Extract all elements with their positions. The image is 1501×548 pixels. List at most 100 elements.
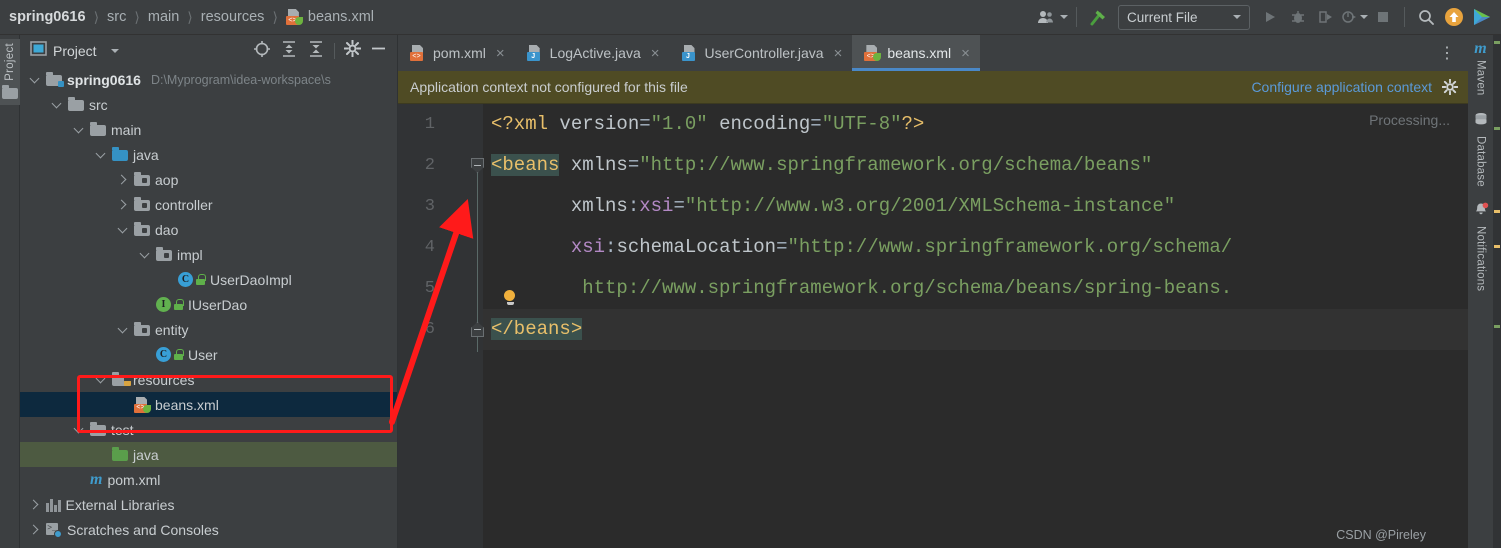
- close-tab-icon[interactable]: ×: [496, 46, 505, 61]
- module-folder-icon: [46, 72, 64, 87]
- run-with-coverage-icon[interactable]: [1313, 4, 1339, 30]
- java-class-icon: C: [156, 347, 184, 362]
- collapse-arrow-icon[interactable]: [116, 223, 129, 233]
- chevron-down-icon[interactable]: [110, 49, 119, 53]
- expand-arrow-icon[interactable]: [116, 174, 129, 185]
- tool-window-button-maven[interactable]: m Maven: [1474, 41, 1486, 96]
- code-token: </beans>: [491, 318, 583, 340]
- breadcrumb-item-file[interactable]: <> beans.xml: [285, 9, 375, 25]
- tree-node-java[interactable]: java: [20, 142, 397, 167]
- collapse-all-icon[interactable]: [307, 40, 325, 63]
- run-configuration-selector[interactable]: Current File: [1118, 4, 1250, 30]
- expand-arrow-icon[interactable]: [28, 524, 41, 535]
- collapse-arrow-icon[interactable]: [94, 148, 107, 158]
- left-tool-strip: Project: [0, 35, 20, 548]
- java-file-icon: J: [681, 45, 698, 61]
- tool-window-button-database[interactable]: Database: [1473, 112, 1489, 186]
- ide-play-icon[interactable]: [1469, 4, 1495, 30]
- tree-node-dao[interactable]: dao: [20, 217, 397, 242]
- tree-node-beans-xml[interactable]: <> beans.xml: [20, 392, 397, 417]
- collapse-arrow-icon[interactable]: [94, 373, 107, 383]
- right-tool-strip: m Maven Database Notifications: [1468, 35, 1493, 548]
- breadcrumb-separator: ⟩: [93, 8, 100, 25]
- toolbar-divider: [1076, 7, 1077, 27]
- build-hammer-icon[interactable]: [1085, 4, 1111, 30]
- breadcrumb-item-main[interactable]: main: [147, 9, 180, 25]
- tree-node-entity[interactable]: entity: [20, 317, 397, 342]
- tree-node-external-libraries[interactable]: External Libraries: [20, 492, 397, 517]
- tree-node-scratches-and-consoles[interactable]: >_ Scratches and Consoles: [20, 517, 397, 542]
- profiler-icon[interactable]: [1341, 4, 1368, 30]
- intention-bulb-icon[interactable]: [504, 290, 517, 307]
- stop-icon[interactable]: [1370, 4, 1396, 30]
- error-stripe-scrollbar[interactable]: [1493, 35, 1501, 548]
- tree-node-userdaoimpl[interactable]: C UserDaoImpl: [20, 267, 397, 292]
- tree-node-user[interactable]: C User: [20, 342, 397, 367]
- collapse-arrow-icon[interactable]: [72, 423, 85, 433]
- folder-icon: [90, 122, 106, 136]
- tree-node-iuserdao[interactable]: I IUserDao: [20, 292, 397, 317]
- editor-tab-logactive-java[interactable]: J LogActive.java ×: [515, 35, 670, 71]
- tree-node-test[interactable]: test: [20, 417, 397, 442]
- tree-node-label: UserDaoImpl: [210, 271, 292, 288]
- tree-node-pom-xml[interactable]: m pom.xml: [20, 467, 397, 492]
- more-options-icon[interactable]: ⋮: [1427, 35, 1468, 71]
- locate-target-icon[interactable]: [253, 40, 271, 63]
- collapse-arrow-icon[interactable]: [50, 98, 63, 108]
- tool-window-button-notifications[interactable]: Notifications: [1473, 202, 1489, 292]
- close-tab-icon[interactable]: ×: [651, 46, 660, 61]
- code-token: xsi: [570, 236, 606, 258]
- tree-node-resources[interactable]: resources: [20, 367, 397, 392]
- project-panel-title: Project: [53, 43, 97, 59]
- error-stripe-mark: [1494, 325, 1500, 328]
- editor-gutter[interactable]: 1 2 3 4 5 6: [398, 104, 483, 548]
- tree-node-label: beans.xml: [155, 396, 219, 413]
- tree-node-main[interactable]: main: [20, 117, 397, 142]
- breadcrumb-item-project[interactable]: spring0616: [8, 9, 87, 25]
- tree-node-aop[interactable]: aop: [20, 167, 397, 192]
- spring-xml-file-icon: <>: [285, 9, 303, 25]
- expand-arrow-icon[interactable]: [116, 199, 129, 210]
- code-editor[interactable]: 123456 <?xml version="1.0" encoding="UTF…: [398, 104, 1468, 548]
- collapse-arrow-icon[interactable]: [28, 73, 41, 83]
- panel-divider: [334, 43, 335, 59]
- close-tab-icon[interactable]: ×: [834, 46, 843, 61]
- hide-minimize-icon[interactable]: [370, 40, 387, 62]
- spring-xml-file-icon: <>: [134, 396, 151, 413]
- notification-settings-icon[interactable]: [1442, 79, 1458, 95]
- toolbar-actions: Current File: [1037, 0, 1501, 34]
- editor-tab-beans-xml[interactable]: <> beans.xml ×: [852, 35, 980, 71]
- run-icon[interactable]: [1257, 4, 1283, 30]
- close-tab-icon[interactable]: ×: [961, 46, 970, 61]
- editor-tab-usercontroller-java[interactable]: J UserController.java ×: [670, 35, 853, 71]
- tree-node-label: pom.xml: [107, 471, 161, 488]
- update-project-icon[interactable]: [1441, 4, 1467, 30]
- settings-gear-icon[interactable]: [343, 39, 362, 62]
- editor-tab-label: UserController.java: [704, 45, 824, 61]
- collapse-arrow-icon[interactable]: [72, 123, 85, 133]
- tree-node-controller[interactable]: controller: [20, 192, 397, 217]
- tree-node-java[interactable]: java: [20, 442, 397, 467]
- breadcrumb-item-src[interactable]: src: [106, 9, 127, 25]
- editor-tab-pom-xml[interactable]: <> pom.xml ×: [398, 35, 515, 71]
- collapse-arrow-icon[interactable]: [116, 323, 129, 333]
- code-token: "1.0": [650, 113, 708, 135]
- search-icon[interactable]: [1413, 4, 1439, 30]
- java-class-icon: C: [178, 272, 206, 287]
- tool-window-button-project[interactable]: Project: [0, 39, 20, 105]
- debug-icon[interactable]: [1285, 4, 1311, 30]
- tree-node-impl[interactable]: impl: [20, 242, 397, 267]
- user-settings-icon[interactable]: [1037, 4, 1068, 30]
- expand-arrow-icon[interactable]: [28, 499, 41, 510]
- breadcrumb-item-resources[interactable]: resources: [200, 9, 266, 25]
- collapse-arrow-icon[interactable]: [138, 248, 151, 258]
- configure-application-context-link[interactable]: Configure application context: [1251, 79, 1432, 95]
- editor-tab-label: beans.xml: [887, 45, 952, 61]
- code-content[interactable]: <?xml version="1.0" encoding="UTF-8"?> <b…: [483, 104, 1468, 548]
- tree-node-src[interactable]: src: [20, 92, 397, 117]
- tool-window-label-maven: Maven: [1474, 60, 1487, 96]
- tree-node-label: spring0616: [67, 71, 141, 88]
- tree-node-spring0616[interactable]: spring0616 D:\Myprogram\idea-workspace\s: [20, 67, 397, 92]
- expand-all-icon[interactable]: [280, 40, 298, 63]
